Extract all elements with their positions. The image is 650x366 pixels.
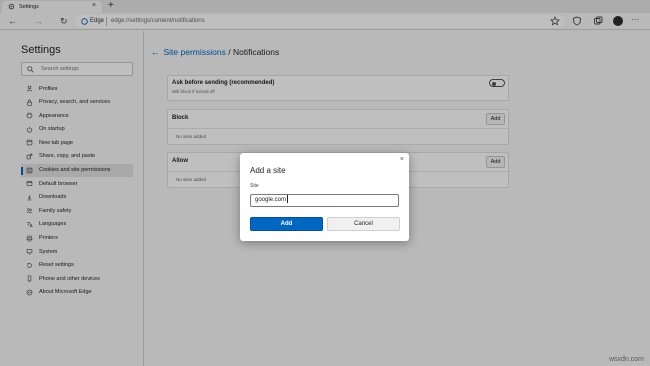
site-field-label: Site bbox=[250, 183, 259, 189]
dialog-title: Add a site bbox=[250, 166, 286, 175]
add-button[interactable]: Add bbox=[250, 217, 323, 231]
site-input[interactable]: google.com bbox=[250, 194, 399, 207]
close-icon[interactable]: × bbox=[400, 156, 404, 163]
add-site-dialog: Add a site × Site google.com Add Cancel bbox=[240, 153, 409, 241]
text-caret bbox=[287, 195, 289, 204]
cancel-button[interactable]: Cancel bbox=[327, 217, 400, 231]
site-input-value: google.com bbox=[255, 197, 287, 203]
watermark-text: wsxdn.com bbox=[608, 356, 644, 363]
